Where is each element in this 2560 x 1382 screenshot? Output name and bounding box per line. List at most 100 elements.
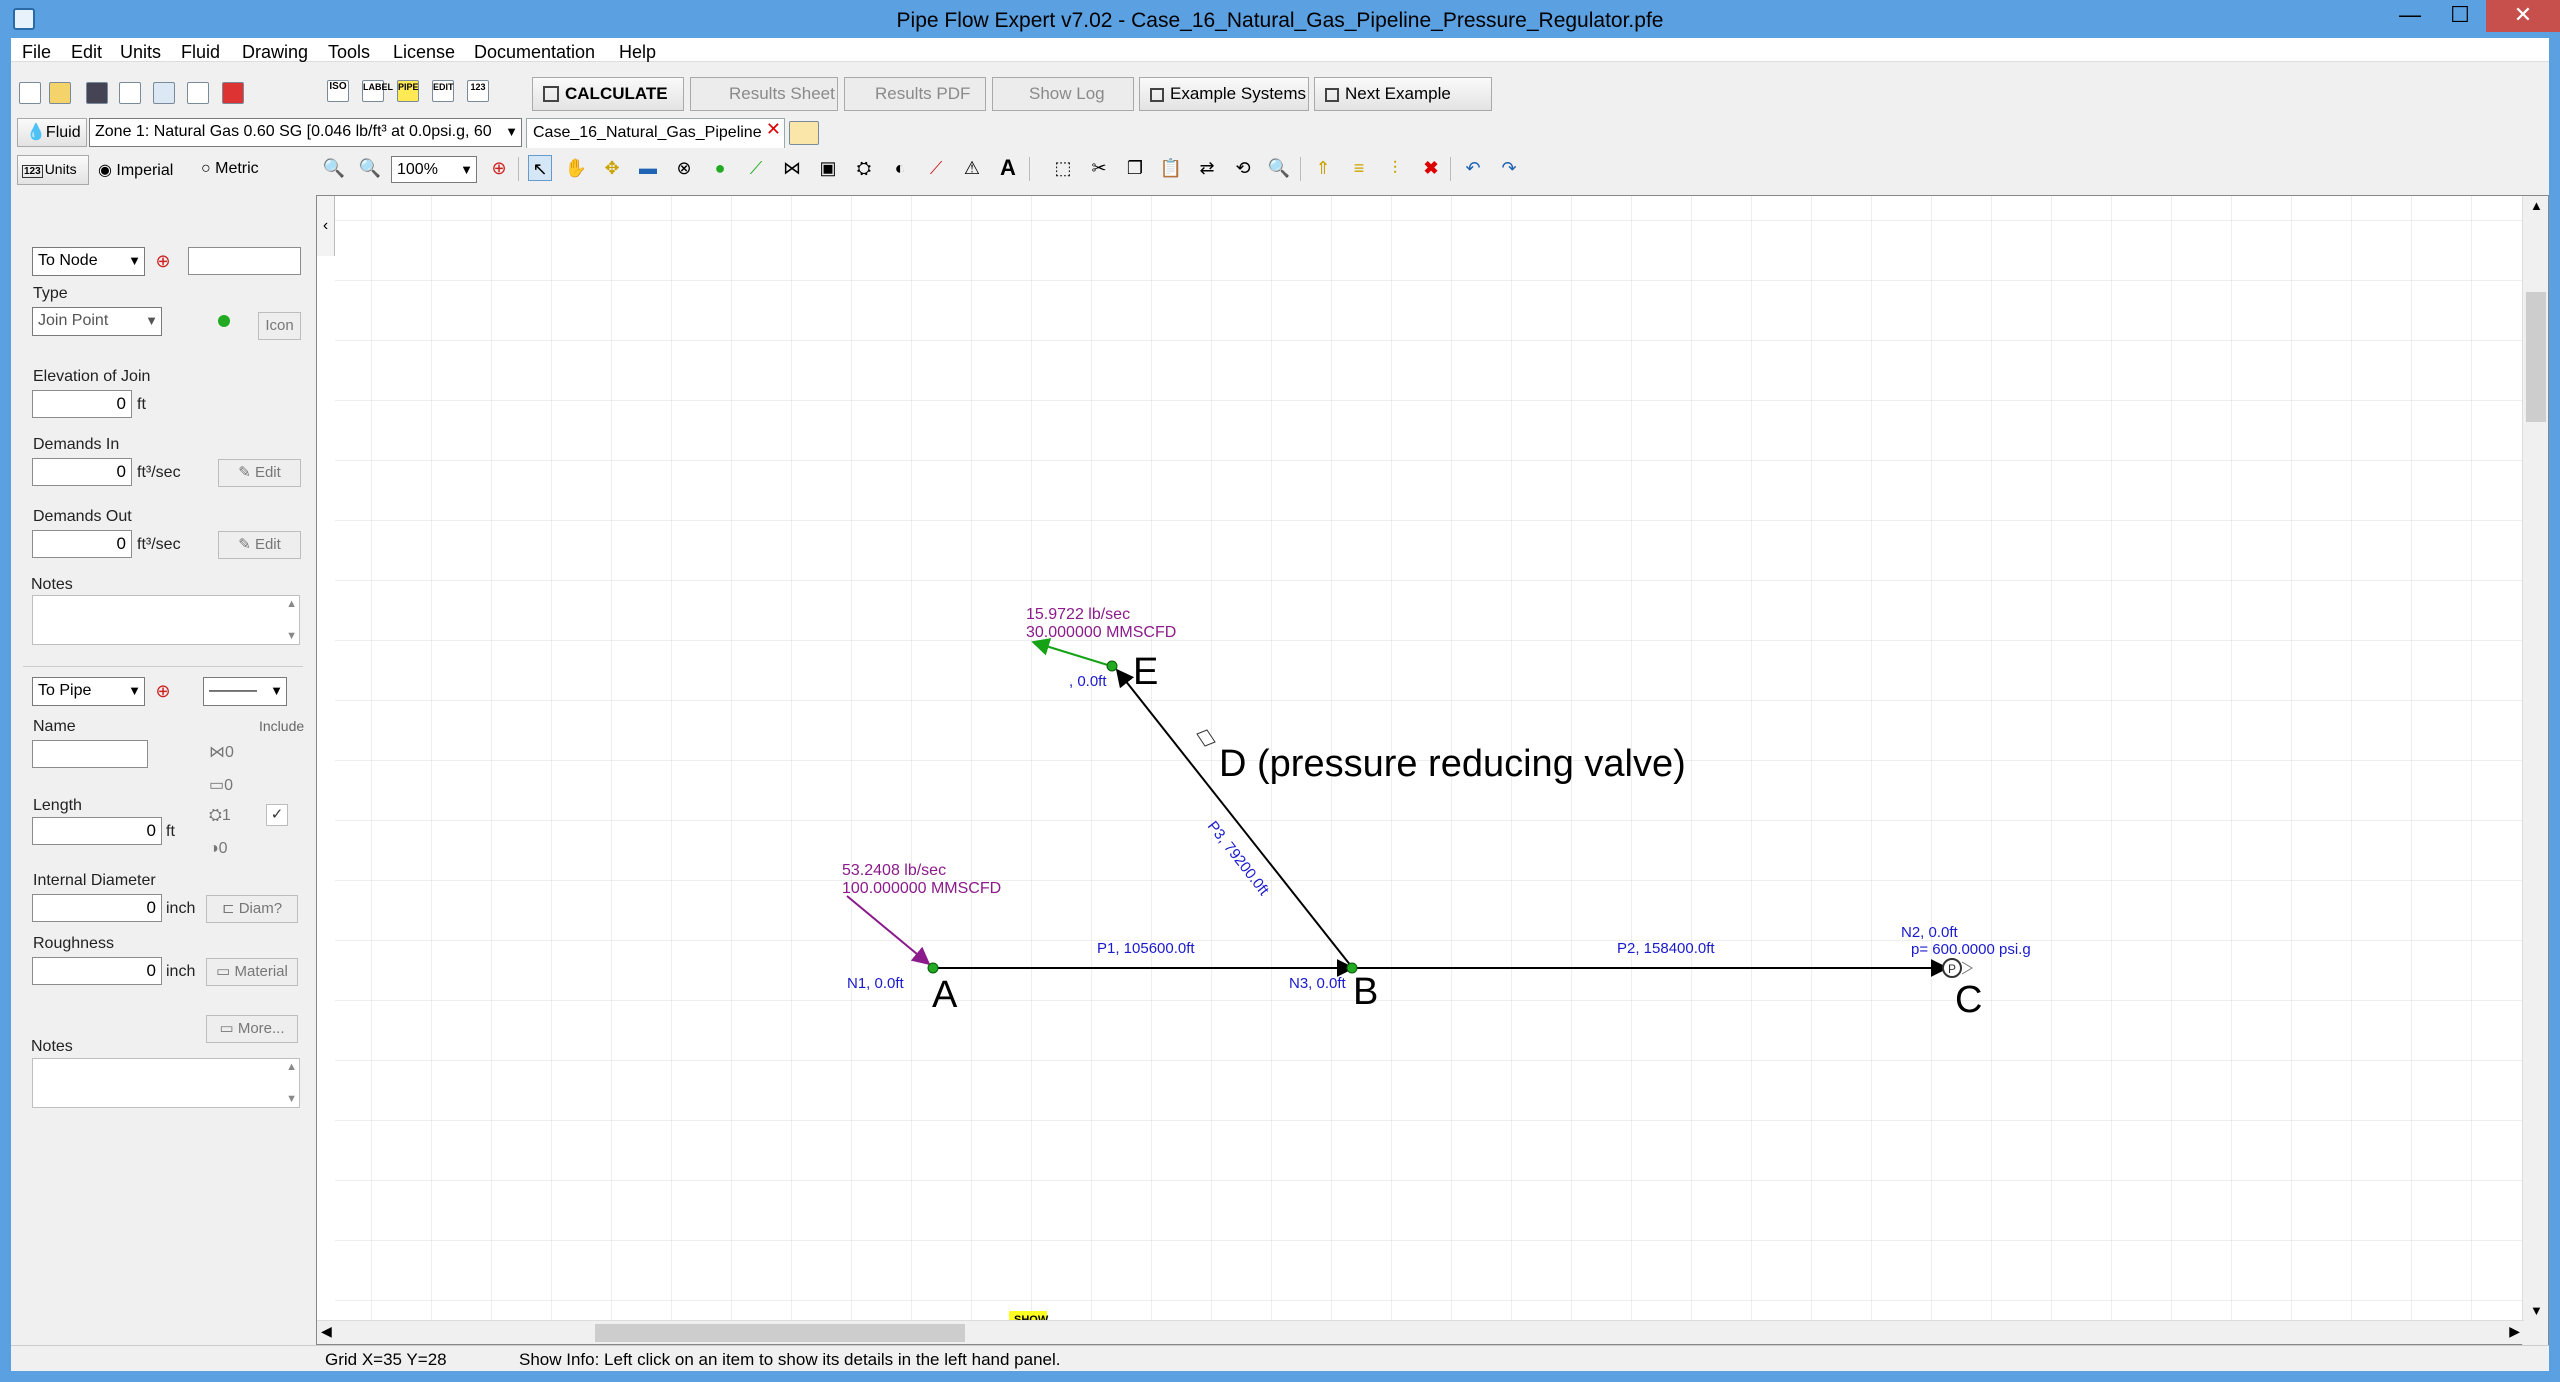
valve-icon[interactable]: ⋈ [780,155,804,181]
fitting-icon[interactable]: ⊗ [672,155,696,181]
scroll-up-icon[interactable]: ▲ [2530,198,2543,213]
select-pointer-icon[interactable]: ↖ [528,155,552,181]
demands-out-edit-button[interactable]: ✎ Edit [218,531,301,559]
scroll-right-icon[interactable]: ▶ [2509,1323,2520,1340]
diam-button[interactable]: ⊏ Diam? [206,895,298,923]
copy-icon[interactable]: ❐ [1123,155,1147,181]
export-icon[interactable] [153,82,175,104]
edit-icon[interactable]: EDIT [432,80,454,102]
menu-fluid[interactable]: Fluid [181,42,220,63]
zoom-out-icon[interactable]: 🔍 [322,155,346,181]
include-checkbox[interactable]: ✓ [266,804,288,826]
component-icon[interactable]: ▣ [816,155,840,181]
add-pipe-icon[interactable]: ⟋ [744,155,768,181]
fluid-button[interactable]: 💧Fluid [17,118,87,147]
iso-icon[interactable]: ISO [327,80,349,102]
vertical-scroll-thumb[interactable] [2526,292,2546,422]
menu-units[interactable]: Units [120,42,161,63]
close-button[interactable]: ✕ [2486,0,2560,32]
horizontal-scroll-thumb[interactable] [595,1324,965,1342]
align-up-icon[interactable]: ⇑ [1311,155,1335,181]
email-icon[interactable] [119,82,141,104]
material-button[interactable]: ▭ Material [206,958,298,986]
diameter-field[interactable]: 0 [32,894,162,922]
node-notes-field[interactable]: ▲ ▼ [32,595,300,645]
numbering-icon[interactable]: 123 [467,80,489,102]
distribute-icon[interactable]: ⫶ [1383,155,1407,181]
print-icon[interactable] [187,82,209,104]
new-file-icon[interactable] [19,82,41,104]
more-button[interactable]: ▭ More... [206,1015,298,1043]
to-pipe-select[interactable]: To Pipe ▼ [32,677,145,706]
results-sheet-button[interactable]: Results Sheet [690,77,838,111]
next-example-button[interactable]: Next Example [1314,77,1492,111]
maximize-button[interactable]: ☐ [2430,0,2490,32]
node-name-field[interactable] [188,247,301,275]
show-log-button[interactable]: Show Log [992,77,1134,111]
rotate-icon[interactable]: ⟲ [1231,155,1255,181]
box-select-icon[interactable]: ⬚ [1051,155,1075,181]
scroll-up-icon[interactable]: ▲ [286,1061,297,1073]
zone-icon[interactable]: ⚠ [960,155,984,181]
fittings-count[interactable]: ⋈0 [209,742,234,762]
cut-icon[interactable]: ✂ [1087,155,1111,181]
horizontal-scrollbar[interactable]: ◀ ▶ [317,1320,2524,1344]
tank-icon[interactable]: ▬ [636,155,660,181]
delete-icon[interactable]: ✖ [1419,155,1443,181]
center-target-icon[interactable]: ⊕ [487,155,511,181]
node-e[interactable] [1106,660,1118,672]
valves-count[interactable]: ◑0 [209,840,228,858]
to-node-select[interactable]: To Node ▼ [32,247,145,276]
node-a[interactable] [927,962,939,974]
close-tab-icon[interactable]: ✕ [766,119,781,143]
elevation-field[interactable]: 0 [32,390,132,418]
pump-icon[interactable]: ◐ [888,155,912,181]
pipe-tool-icon[interactable]: ⟋ [924,155,948,181]
imperial-radio[interactable]: ◉ Imperial [98,160,173,180]
text-tool-icon[interactable]: A [996,155,1020,181]
menu-license[interactable]: License [393,42,455,63]
menu-edit[interactable]: Edit [71,42,102,63]
example-systems-button[interactable]: Example Systems [1139,77,1309,111]
zoom-in-icon[interactable]: 🔍 [358,155,382,181]
find-icon[interactable]: 🔍 [1267,155,1291,181]
menu-help[interactable]: Help [619,42,656,63]
fluid-zone-select[interactable]: Zone 1: Natural Gas 0.60 SG [0.046 lb/ft… [89,118,522,147]
calculate-button[interactable]: CALCULATE [532,77,684,111]
menu-file[interactable]: File [22,42,51,63]
drawing-canvas[interactable]: P A B C E D (pressure reducing valve) N1… [316,195,2549,1346]
undo-icon[interactable]: ↶ [1461,155,1485,181]
open-folder-icon[interactable] [49,82,71,104]
move-all-icon[interactable]: ✥ [600,155,624,181]
pipe-name-field[interactable] [32,740,148,768]
components-count[interactable]: ▭0 [209,775,233,795]
control-valve-icon[interactable]: ⛭ [852,155,876,181]
roughness-field[interactable]: 0 [32,957,162,985]
label-icon[interactable]: LABEL [362,80,393,102]
scroll-down-icon[interactable]: ▼ [2530,1303,2543,1318]
vertical-scrollbar[interactable]: ▲ ▼ [2522,196,2548,1346]
new-tab-icon[interactable] [789,121,819,145]
node-type-select[interactable]: Join Point ▼ [32,307,162,336]
pumps-count[interactable]: ⛭1 [209,807,231,825]
menu-documentation[interactable]: Documentation [474,42,595,63]
pipe-icon[interactable]: PIPE [397,80,419,102]
collapse-panel-button[interactable]: ‹ [317,196,335,256]
line-style-select[interactable]: ——— ▼ [203,677,287,706]
demands-in-edit-button[interactable]: ✎ Edit [218,459,301,487]
add-node-icon[interactable]: ● [708,155,732,181]
node-target-icon[interactable]: ⊕ [151,248,175,274]
save-icon[interactable] [86,82,108,104]
pipe-target-icon[interactable]: ⊕ [151,678,175,704]
flip-icon[interactable]: ⇄ [1195,155,1219,181]
zoom-select[interactable]: 100% ▼ [391,156,477,183]
scroll-left-icon[interactable]: ◀ [321,1323,332,1340]
pan-hand-icon[interactable]: ✋ [564,155,588,181]
document-tab[interactable]: Case_16_Natural_Gas_Pipeline ✕ [526,118,785,148]
pipe-network-diagram[interactable]: P A B C E D (pressure reducing valve) N1… [317,196,2524,1322]
scroll-up-icon[interactable]: ▲ [286,598,297,610]
results-pdf-button[interactable]: Results PDF [844,77,986,111]
metric-radio[interactable]: ○ Metric [201,160,259,178]
demands-out-field[interactable]: 0 [32,530,132,558]
units-button[interactable]: 123 Units [17,155,89,185]
